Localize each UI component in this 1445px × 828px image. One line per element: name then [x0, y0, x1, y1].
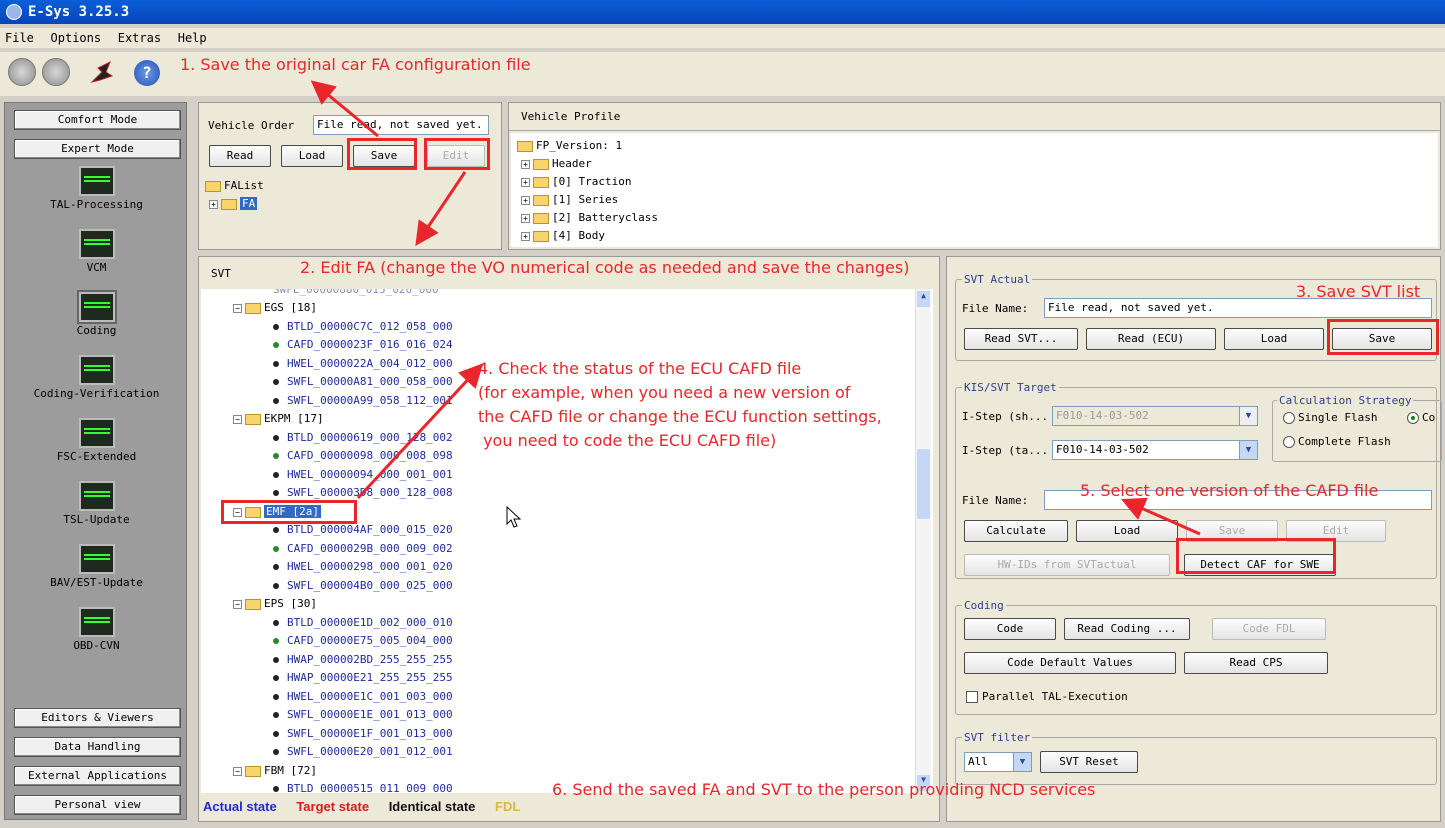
annotation-6: 6. Send the saved FA and SVT to the pers…: [552, 780, 1096, 799]
annotation-4-line: the CAFD file or change the ECU function…: [478, 407, 882, 426]
annotation-4-line: (for example, when you need a new versio…: [478, 383, 851, 402]
annotation-1: 1. Save the original car FA configuratio…: [180, 55, 531, 74]
annotation-4-line: you need to code the ECU CAFD file): [478, 431, 777, 450]
annotation-4-line: 4. Check the status of the ECU CAFD file: [478, 359, 802, 378]
arrow-to-cafd-note: [356, 363, 484, 500]
annotation-4: 4. Check the status of the ECU CAFD file…: [478, 357, 882, 453]
annotation-2: 2. Edit FA (change the VO numerical code…: [300, 258, 910, 277]
arrow-to-save: [310, 80, 379, 138]
annotation-3: 3. Save SVT list: [1296, 282, 1421, 301]
arrow-to-file-name: [1121, 497, 1201, 536]
annotation-5: 5. Select one version of the CAFD file: [1080, 481, 1379, 500]
arrow-from-edit: [415, 171, 467, 246]
mouse-cursor-icon: [506, 506, 522, 528]
